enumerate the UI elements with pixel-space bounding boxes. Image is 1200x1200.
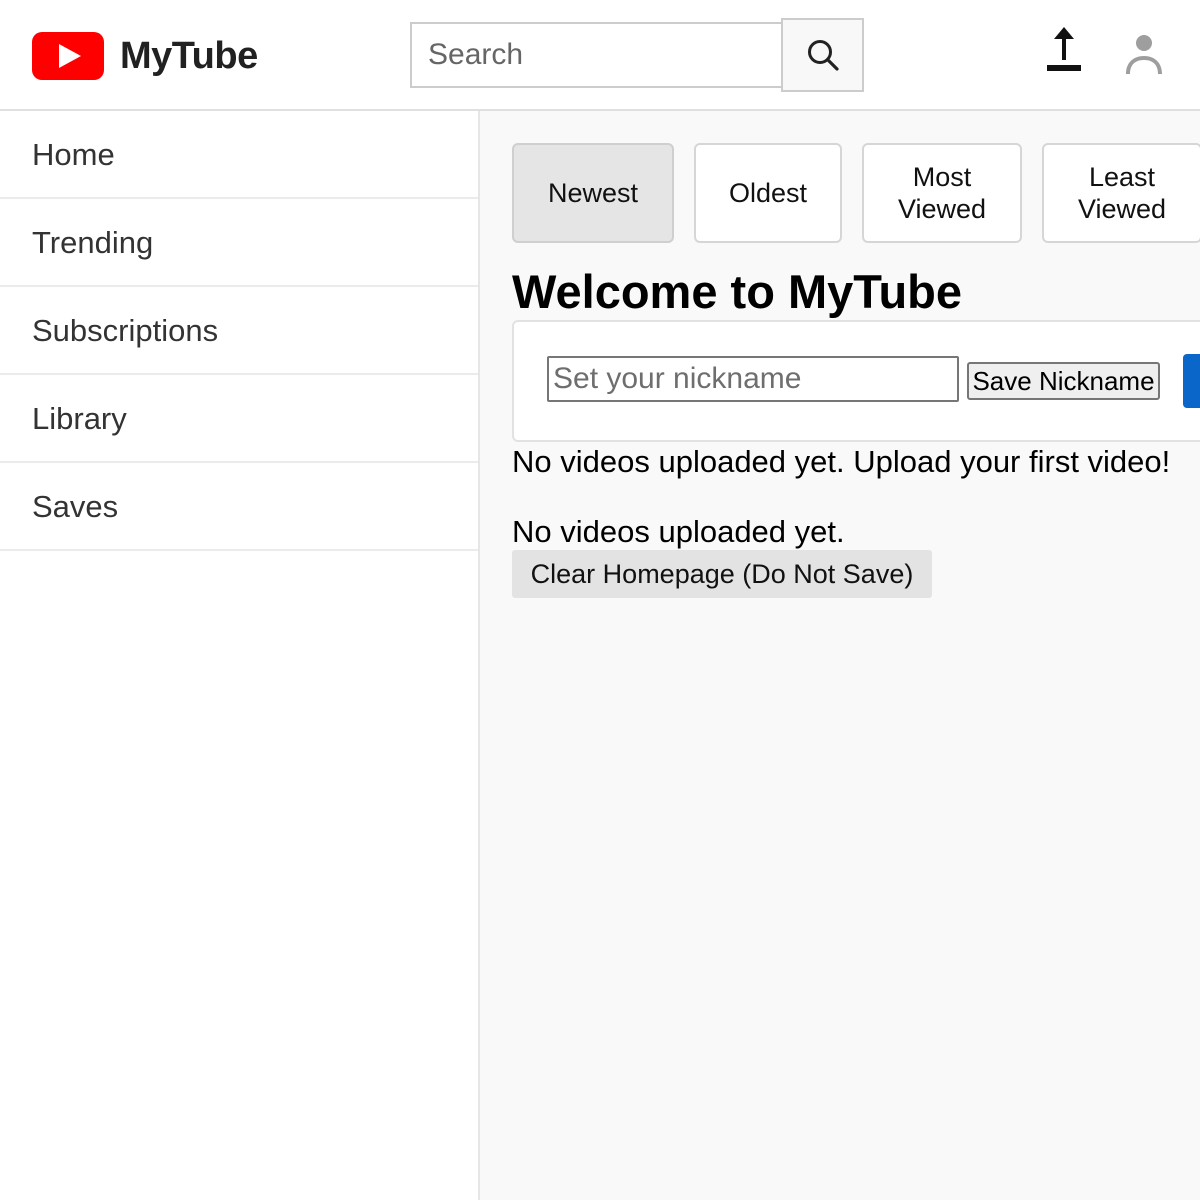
sidebar-item-subscriptions[interactable]: Subscriptions: [0, 287, 478, 375]
empty-state-message-secondary: No videos uploaded yet.: [512, 514, 845, 549]
nickname-panel: Save Nickname: [512, 320, 1200, 442]
upload-icon: [1047, 27, 1081, 71]
primary-action-button[interactable]: [1183, 354, 1200, 408]
search-button[interactable]: [781, 18, 864, 92]
sort-most-viewed-button[interactable]: Most Viewed: [862, 143, 1022, 243]
account-icon: [1126, 35, 1162, 74]
top-header: MyTube: [0, 0, 1200, 111]
nickname-input[interactable]: [547, 356, 959, 402]
play-button-icon: [32, 32, 104, 80]
logo-text: MyTube: [120, 35, 258, 77]
sidebar-item-library[interactable]: Library: [0, 375, 478, 463]
logo-link[interactable]: MyTube: [32, 32, 258, 80]
main-content: Newest Oldest Most Viewed Least Viewed Wel…: [480, 111, 1200, 1200]
sidebar-item-trending[interactable]: Trending: [0, 199, 478, 287]
sort-least-viewed-button[interactable]: Least Viewed: [1042, 143, 1200, 243]
search-icon: [807, 40, 839, 71]
page-title: Welcome to MyTube: [512, 265, 963, 318]
clear-homepage-button[interactable]: Clear Homepage (Do Not Save): [512, 550, 932, 598]
sort-newest-button[interactable]: Newest: [512, 143, 674, 243]
sort-oldest-button[interactable]: Oldest: [694, 143, 842, 243]
empty-state-message: No videos uploaded yet. Upload your firs…: [512, 444, 1171, 479]
sidebar-item-saves[interactable]: Saves: [0, 463, 478, 551]
search-input[interactable]: [410, 22, 782, 88]
save-nickname-button[interactable]: Save Nickname: [967, 362, 1160, 400]
account-button[interactable]: [1122, 32, 1166, 76]
upload-button[interactable]: [1040, 26, 1088, 76]
sidebar: Home Trending Subscriptions Library Save…: [0, 111, 480, 1200]
sidebar-item-home[interactable]: Home: [0, 111, 478, 199]
